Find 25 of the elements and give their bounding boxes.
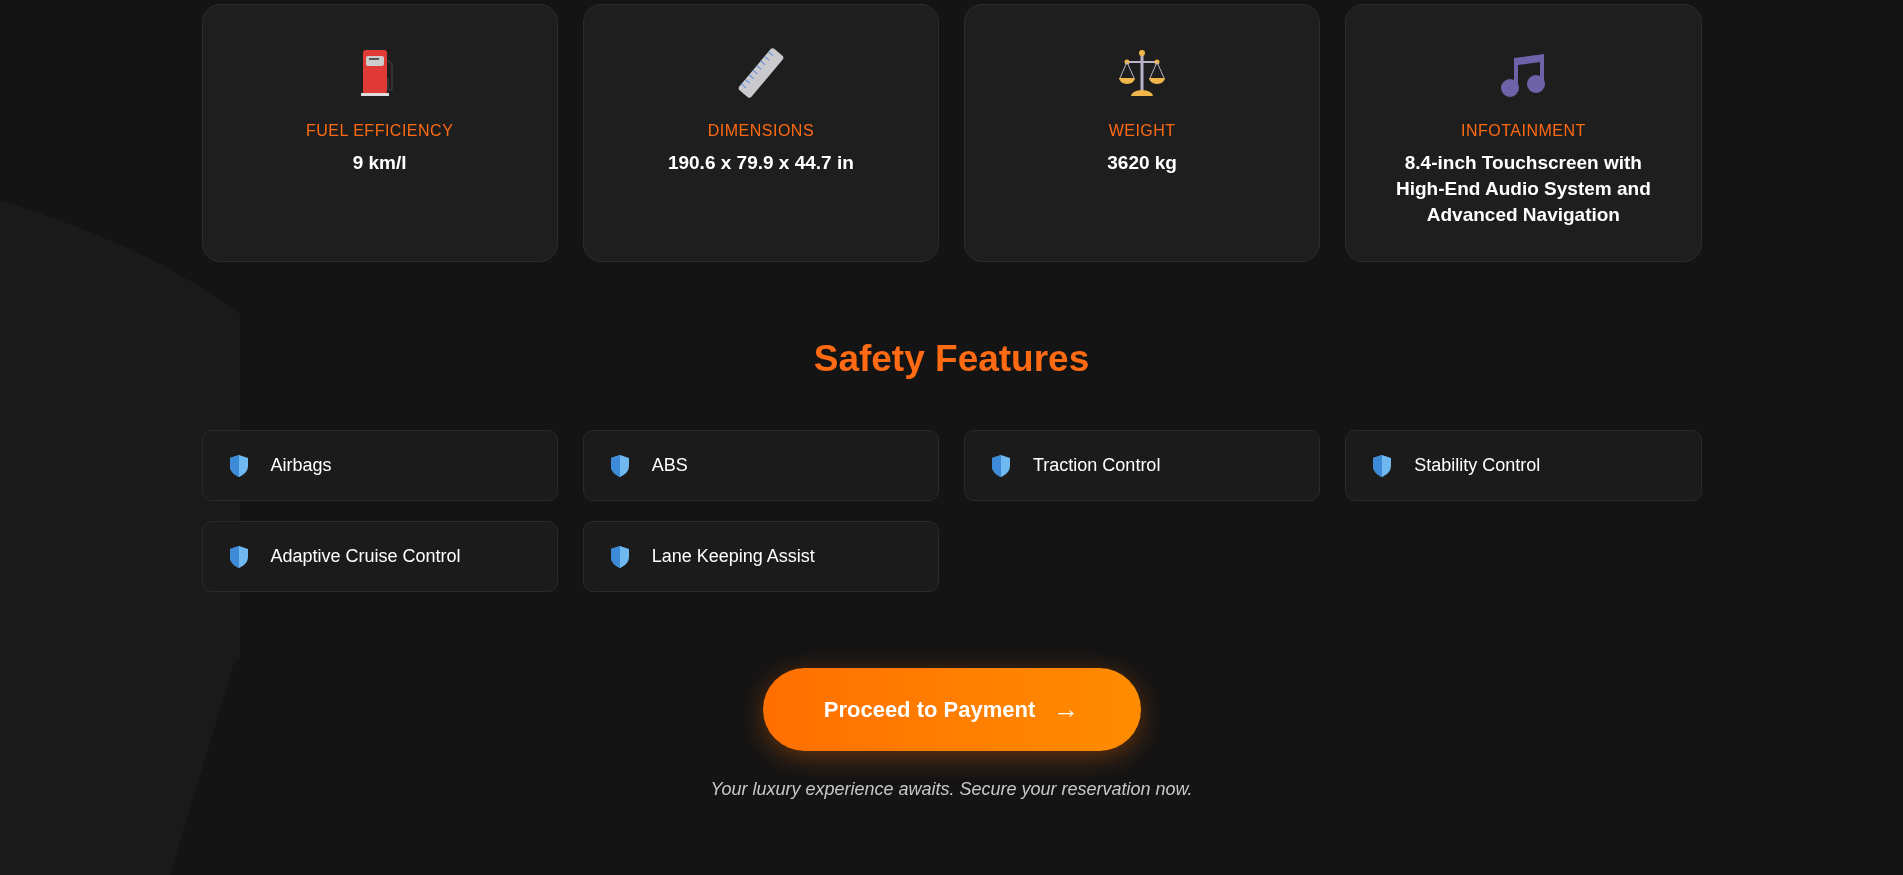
proceed-button[interactable]: Proceed to Payment →: [762, 668, 1141, 751]
shield-icon: [609, 544, 630, 569]
spec-value: 3620 kg: [1107, 151, 1177, 175]
spec-label: DIMENSIONS: [707, 122, 815, 140]
spec-label: FUEL EFFICIENCY: [305, 122, 454, 140]
feature-name: Lane Keeping Assist: [651, 546, 815, 567]
feature-name: ABS: [651, 455, 688, 476]
feature-name: Traction Control: [1033, 455, 1161, 476]
section-title: Safety Features: [812, 338, 1091, 380]
tagline: Your luxury experience awaits. Secure your reservation now.: [710, 779, 1193, 800]
shield-icon: [1372, 453, 1393, 478]
spec-label: WEIGHT: [1108, 122, 1176, 140]
spec-value: 190.6 x 79.9 x 44.7 in: [667, 151, 854, 175]
spec-label: INFOTAINMENT: [1460, 122, 1586, 140]
scales-icon: [1117, 48, 1168, 98]
feature-name: Airbags: [270, 455, 332, 476]
feature-name: Adaptive Cruise Control: [270, 546, 461, 567]
arrow-icon: →: [1053, 694, 1080, 725]
shield-icon: [991, 453, 1011, 478]
spec-value: 8.4-inch Touchscreen with High-End Audio System and Advanced Navigation: [1395, 151, 1652, 227]
shield-icon: [228, 544, 249, 569]
shield-icon: [228, 453, 249, 478]
spec-value: 9 km/l: [352, 151, 407, 175]
shield-icon: [609, 453, 630, 478]
feature-name: Stability Control: [1414, 455, 1541, 476]
